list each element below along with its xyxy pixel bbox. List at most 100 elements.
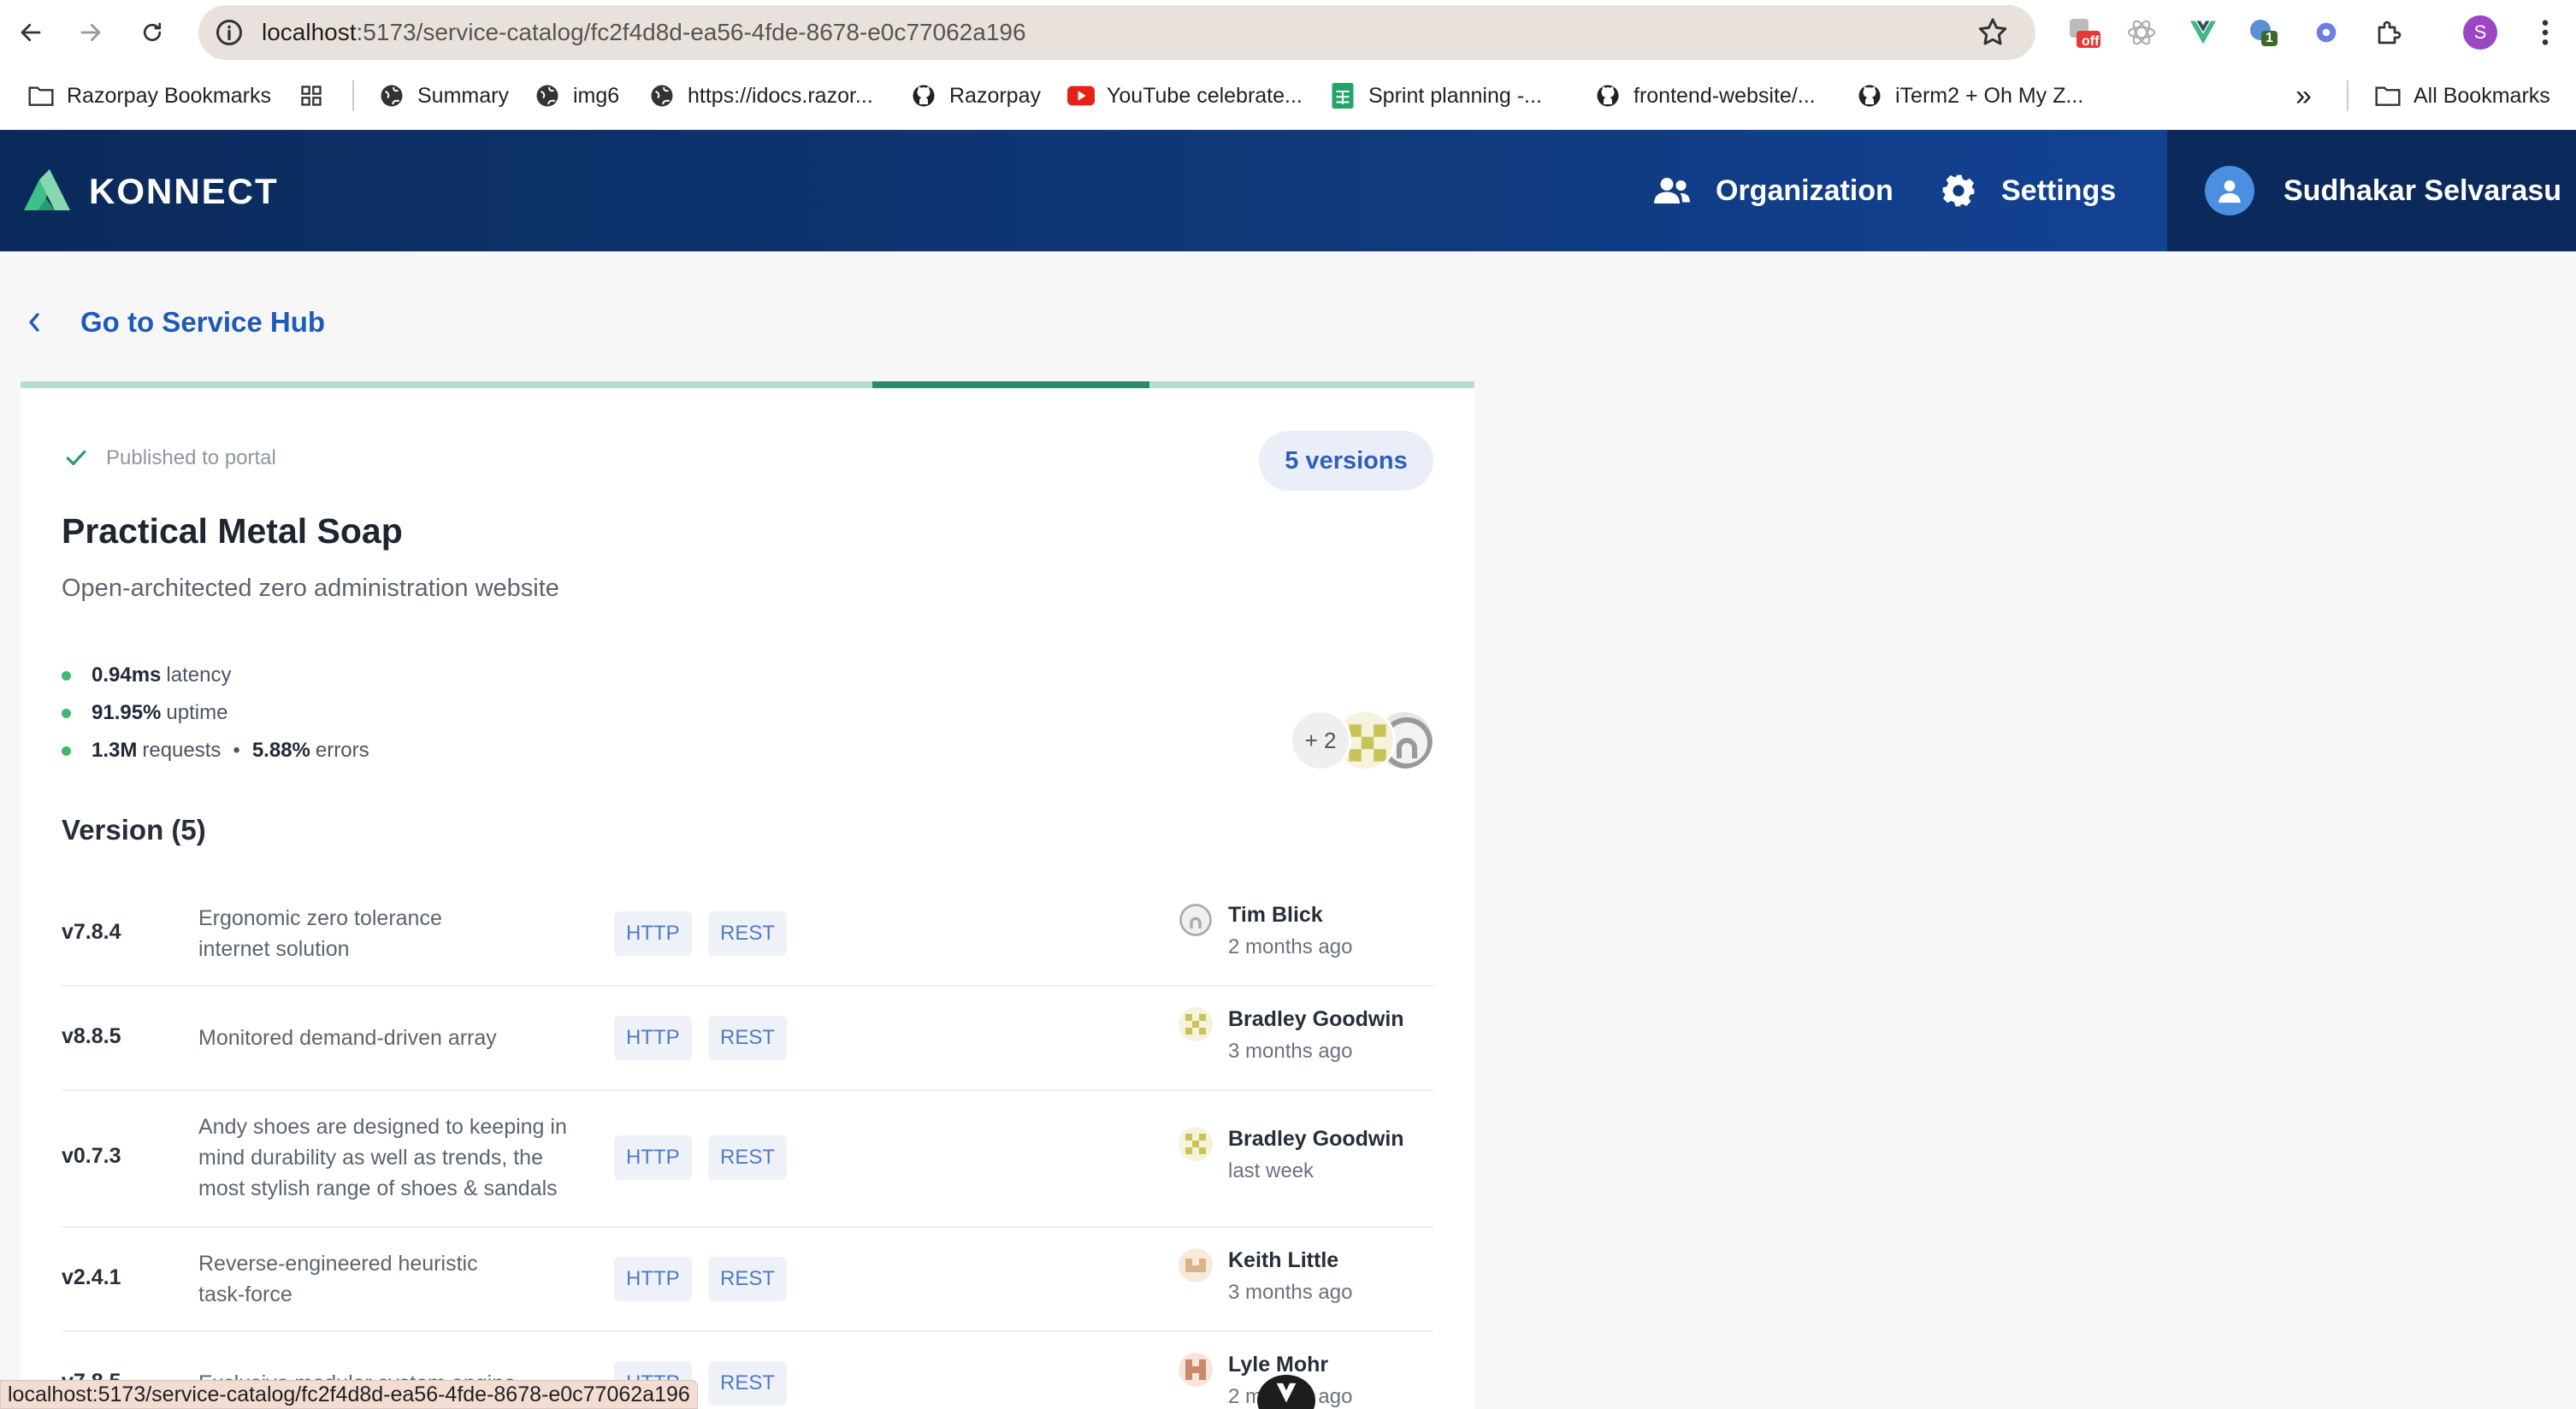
metric-label: latency — [166, 663, 232, 687]
metric-label: requests — [142, 739, 222, 762]
user-icon — [2205, 166, 2254, 215]
metric-requests-errors: 1.3M requests • 5.88% errors — [62, 739, 369, 763]
author-name: Keith Little — [1228, 1248, 1339, 1272]
contributor-avatars[interactable]: + 2 — [1290, 706, 1440, 771]
version-row[interactable]: v2.4.1 Reverse-engineered heuristic task… — [62, 1228, 1433, 1332]
author-name: Bradley Goodwin — [1228, 1007, 1404, 1031]
bookmark-label: img6 — [573, 83, 620, 108]
description-line: Monitored demand-driven array — [198, 1026, 497, 1050]
author-avatar — [1179, 1353, 1213, 1387]
version-row[interactable]: v8.8.5 Monitored demand-driven array HTT… — [62, 987, 1433, 1091]
bookmark-youtube[interactable]: YouTube celebrate... — [1067, 65, 1303, 127]
bookmark-razorpay-bookmarks[interactable]: Razorpay Bookmarks — [27, 65, 271, 127]
gear-icon — [1940, 172, 1977, 209]
logo-text: KONNECT — [89, 171, 279, 211]
version-description: Andy shoes are designed to keeping in mi… — [198, 1111, 583, 1204]
folder-icon — [2374, 82, 2402, 109]
folder-gear-icon — [27, 82, 55, 109]
url-path: :5173/service-catalog/fc2f4d8d-ea56-4fde… — [356, 19, 1026, 45]
translate-extension-icon[interactable]: 1 — [2246, 15, 2280, 50]
bookmark-label: Summary — [417, 83, 509, 108]
published-label: Published to portal — [106, 446, 276, 469]
profile-avatar[interactable]: S — [2463, 15, 2497, 50]
version-name: v2.4.1 — [62, 1265, 121, 1289]
vue-devtools-floating-button[interactable] — [1257, 1375, 1315, 1409]
bookmark-frontend-website[interactable]: frontend-website/... — [1594, 65, 1816, 127]
kebab-menu-icon[interactable] — [2528, 15, 2562, 50]
tag-rest: REST — [708, 1016, 788, 1060]
author-time: 2 months ago — [1228, 935, 1353, 958]
check-icon — [65, 449, 87, 468]
bookmark-divider — [352, 80, 354, 111]
metric-value: 1.3M — [92, 739, 138, 762]
konnect-logo[interactable]: KONNECT — [21, 168, 279, 215]
reload-icon[interactable] — [130, 10, 174, 55]
author-name: Bradley Goodwin — [1228, 1127, 1404, 1151]
back-arrow-icon[interactable] — [9, 10, 53, 55]
bookmark-label: Razorpay Bookmarks — [67, 83, 271, 108]
organization-link[interactable]: Organization — [1652, 130, 1894, 251]
settings-extension-icon[interactable] — [2309, 15, 2343, 50]
author-time: 3 months ago — [1228, 1281, 1353, 1304]
site-info-icon[interactable] — [214, 17, 245, 52]
author-time: 3 months ago — [1228, 1040, 1353, 1063]
more-contributors-badge: + 2 — [1290, 710, 1351, 771]
overflow-label: » — [2295, 79, 2312, 112]
forward-arrow-icon[interactable] — [68, 10, 113, 55]
metric-uptime: 91.95% uptime — [62, 701, 227, 725]
github-icon — [1594, 82, 1622, 109]
bookmark-razorpay[interactable]: Razorpay — [910, 65, 1041, 127]
versions-heading: Version (5) — [62, 814, 206, 846]
tag-http: HTTP — [614, 1257, 692, 1301]
react-devtools-icon[interactable] — [2124, 15, 2159, 50]
metric-value: 0.94ms — [92, 663, 162, 687]
status-dot — [62, 746, 71, 756]
bookmark-img6[interactable]: img6 — [534, 65, 619, 127]
versions-pill-button[interactable]: 5 versions — [1259, 431, 1433, 491]
version-row[interactable]: v7.8.4 Ergonomic zero tolerance internet… — [62, 882, 1433, 987]
service-title: Practical Metal Soap — [62, 511, 403, 551]
card-progress-track — [21, 381, 1474, 388]
browser-status-bar: localhost:5173/service-catalog/fc2f4d8d-… — [0, 1380, 698, 1409]
author-avatar — [1179, 1127, 1213, 1161]
version-name: v8.8.5 — [62, 1024, 121, 1048]
bookmark-apps[interactable] — [298, 65, 337, 127]
tag-http: HTTP — [614, 1135, 692, 1180]
version-row[interactable]: v0.7.3 Andy shoes are designed to keepin… — [62, 1091, 1433, 1228]
bookmark-label: Razorpay — [949, 83, 1041, 108]
globe-icon — [648, 82, 676, 109]
grid-icon — [298, 82, 325, 109]
settings-link[interactable]: Settings — [1940, 130, 2116, 251]
metric-label: uptime — [166, 701, 228, 724]
address-bar[interactable]: localhost:5173/service-catalog/fc2f4d8d-… — [198, 5, 2035, 60]
vue-devtools-icon[interactable] — [2186, 15, 2220, 50]
user-menu[interactable]: Sudhakar Selvarasu — [2167, 130, 2576, 251]
bookmarks-overflow-button[interactable]: » — [2295, 65, 2312, 127]
url-host: localhost — [262, 19, 357, 45]
version-description: Reverse-engineered heuristic task-force — [198, 1248, 583, 1310]
bookmark-label: Sprint planning -... — [1368, 83, 1542, 108]
bookmark-iterm2[interactable]: iTerm2 + Oh My Z... — [1856, 65, 2083, 127]
bookmark-sprint-planning[interactable]: Sprint planning -... — [1329, 65, 1542, 127]
sheets-icon — [1329, 82, 1356, 109]
service-card: Published to portal 5 versions Practical… — [21, 381, 1474, 1409]
vue-logo-icon — [1276, 1382, 1297, 1403]
metric-latency: 0.94ms latency — [62, 663, 231, 687]
version-name: v7.8.4 — [62, 920, 121, 944]
bookmark-summary[interactable]: Summary — [378, 65, 509, 127]
service-description: Open-architected zero administration web… — [62, 575, 559, 602]
extension-off-icon[interactable]: off — [2066, 15, 2100, 50]
tag-http: HTTP — [614, 911, 692, 956]
puzzle-extensions-icon[interactable] — [2372, 15, 2407, 50]
all-bookmarks-button[interactable]: All Bookmarks — [2374, 65, 2550, 127]
tag-http: HTTP — [614, 1016, 692, 1060]
author-avatar — [1179, 903, 1213, 937]
author-name: Lyle Mohr — [1228, 1353, 1329, 1377]
version-name: v0.7.3 — [62, 1144, 121, 1168]
author-name: Tim Blick — [1228, 903, 1323, 927]
go-to-service-hub-link[interactable]: Go to Service Hub — [26, 306, 325, 339]
bookmark-star-icon[interactable] — [1976, 15, 2010, 54]
youtube-icon — [1067, 82, 1095, 109]
bookmark-idocs[interactable]: https://idocs.razor... — [648, 65, 873, 127]
description-line: Andy shoes are designed to keeping in — [198, 1115, 567, 1139]
